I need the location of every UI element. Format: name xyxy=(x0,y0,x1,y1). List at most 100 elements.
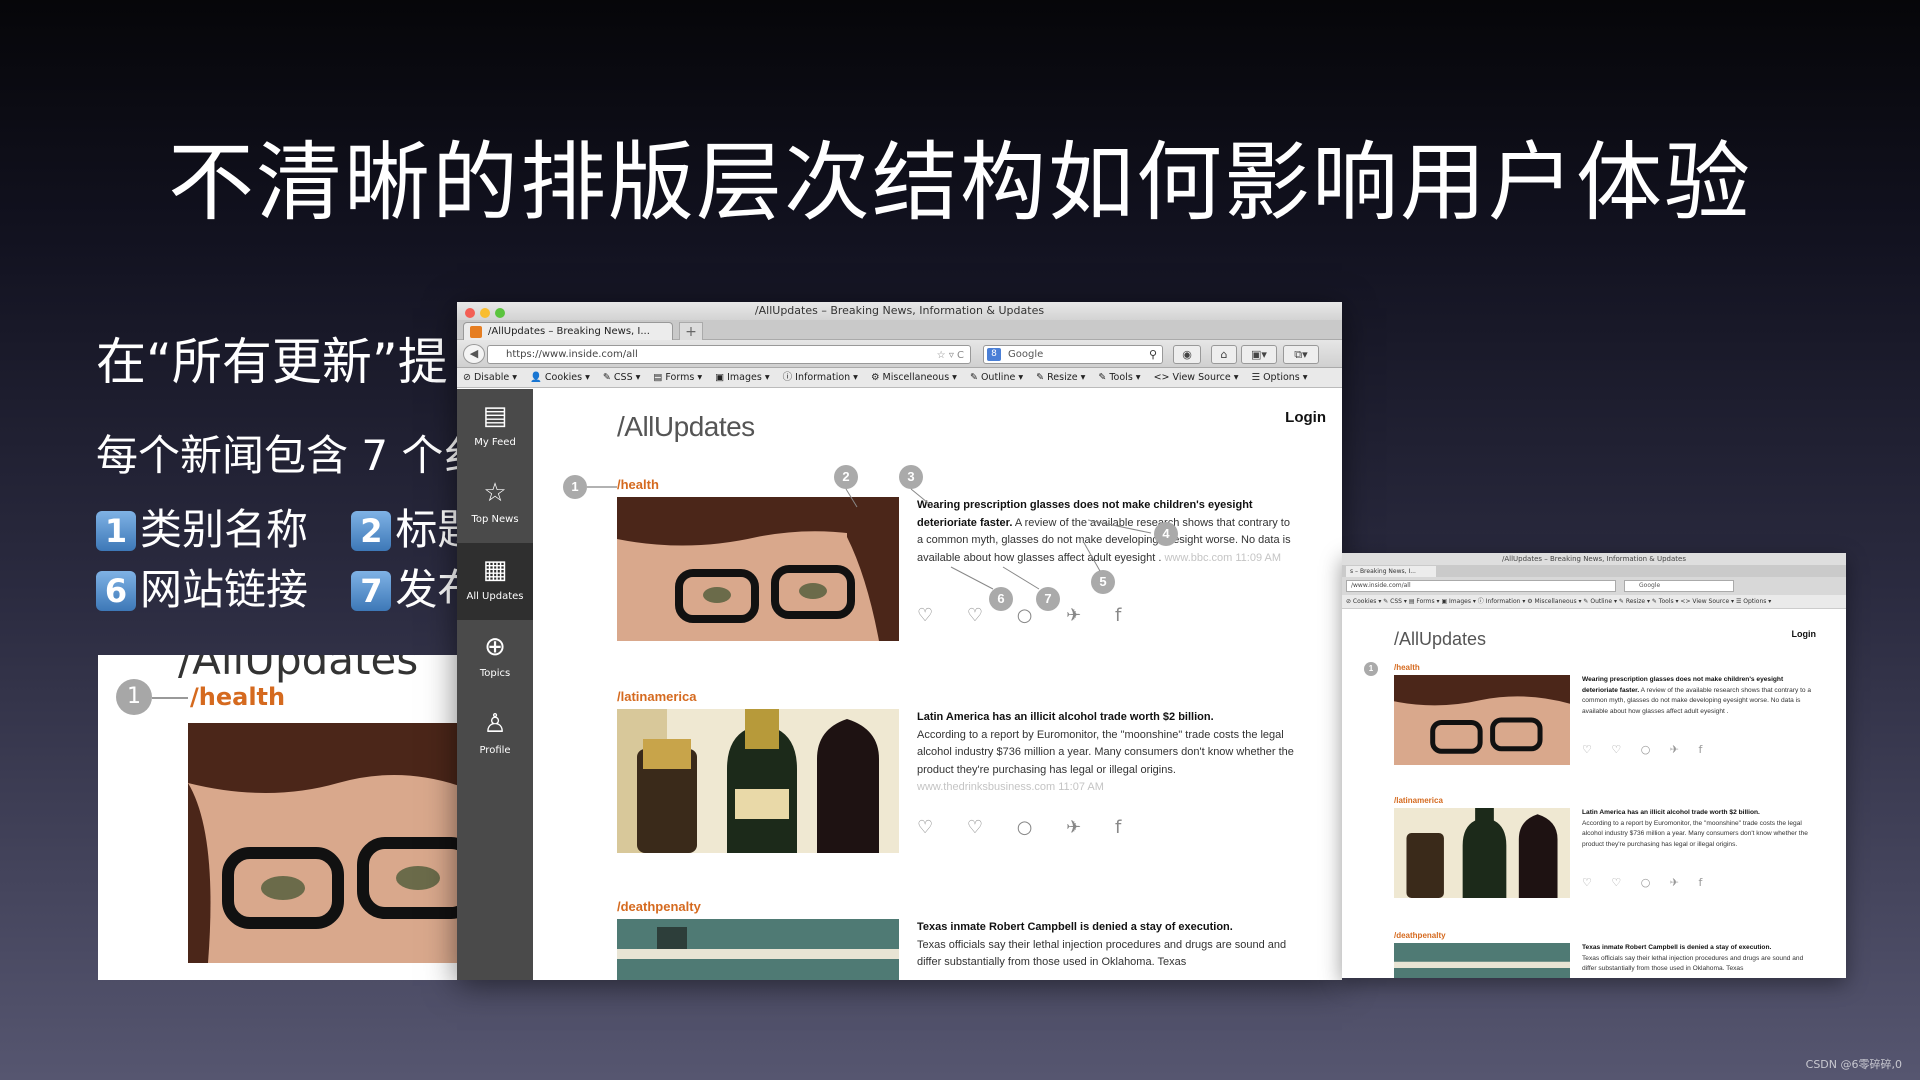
bottles-image xyxy=(617,709,899,853)
search-engine-icon[interactable]: 8 xyxy=(987,348,1001,361)
sidebar-item-all-updates[interactable]: ▦ All Updates xyxy=(457,543,533,620)
mini-window-title: /AllUpdates – Breaking News, Information… xyxy=(1342,553,1846,565)
devbar-options[interactable]: ☰ Options ▾ xyxy=(1252,372,1308,383)
minimize-dot-icon[interactable] xyxy=(480,308,490,318)
mini-story-actions[interactable]: ♡ ♡ ○ ✈ f xyxy=(1582,876,1710,889)
chip-label: 类别名称 xyxy=(140,505,309,554)
devbar-outline[interactable]: ✎ Outline ▾ xyxy=(970,372,1023,383)
mini-story-category[interactable]: /deathpenalty xyxy=(1394,931,1446,940)
updates-icon: ▦ xyxy=(482,555,508,585)
profile-icon: ♙ xyxy=(483,709,507,739)
bullet-line-2: 每个新闻包含 7 个纟 xyxy=(96,431,486,480)
building-image xyxy=(617,919,899,980)
devbar-resize[interactable]: ✎ Resize ▾ xyxy=(1036,372,1085,383)
mini-url-field[interactable]: /www.inside.com/all xyxy=(1346,580,1616,592)
star-icon: ☆ xyxy=(483,478,507,508)
nav-bar: ◀ https://www.inside.com/all ☆ ▿ C 8 Goo… xyxy=(457,340,1342,368)
mini-browser-tab[interactable]: s – Breaking News, I... xyxy=(1346,566,1436,577)
slide-title: 不清晰的排版层次结构如何影响用户体验 xyxy=(168,133,1752,233)
sidebar-label: Profile xyxy=(479,745,511,756)
zoom-marker: 1 xyxy=(116,679,152,715)
search-input[interactable]: 8 Google ⚲ xyxy=(983,345,1163,364)
watermark: CSDN @6零碎碎,0 xyxy=(1805,1058,1902,1071)
devbar-forms[interactable]: ▤ Forms ▾ xyxy=(653,372,702,383)
new-tab-button[interactable]: + xyxy=(679,322,703,340)
bottles-image xyxy=(1394,808,1570,898)
developer-toolbar: ⊘ Disable ▾ 👤 Cookies ▾ ✎ CSS ▾ ▤ Forms … xyxy=(457,368,1342,388)
face-glasses-image xyxy=(188,723,458,963)
story-category[interactable]: /latinamerica xyxy=(617,689,697,704)
sidebar-item-top-news[interactable]: ☆ Top News xyxy=(457,466,533,543)
story-card: /latinamerica Latin America has an illic… xyxy=(617,689,1317,889)
zoom-dot-icon[interactable] xyxy=(495,308,505,318)
devbar-view-source[interactable]: <> View Source ▾ xyxy=(1154,372,1239,383)
sidebar-item-topics[interactable]: ⊕ Topics xyxy=(457,620,533,697)
feed-content: /AllUpdates Login 1 /health Wearing pres… xyxy=(533,389,1342,980)
face-glasses-image xyxy=(1394,675,1570,765)
zoom-category: /health xyxy=(190,683,286,711)
addon-button[interactable]: ◉ xyxy=(1173,345,1201,364)
mini-browser-window: /AllUpdates – Breaking News, Information… xyxy=(1342,553,1846,978)
story-text: Latin America has an illicit alcohol tra… xyxy=(917,709,1297,797)
sidebar: ▤ My Feed ☆ Top News ▦ All Updates ⊕ Topics … xyxy=(457,389,533,980)
browser-window: /AllUpdates – Breaking News, Information… xyxy=(457,302,1342,980)
devbar-cookies[interactable]: 👤 Cookies ▾ xyxy=(530,372,590,383)
search-placeholder: Google xyxy=(1008,349,1044,360)
mini-story-card: /health Wearing prescription glasses doe… xyxy=(1394,663,1814,788)
mini-story-category[interactable]: /latinamerica xyxy=(1394,796,1443,805)
chip-number: 6 xyxy=(96,571,136,611)
devbar-tools[interactable]: ✎ Tools ▾ xyxy=(1098,372,1140,383)
mini-story-card: /latinamerica Latin America has an illic… xyxy=(1394,796,1814,921)
story-card: /deathpenalty Texas inmate Robert Campbe… xyxy=(617,899,1317,980)
search-icon[interactable]: ⚲ xyxy=(1149,346,1157,363)
story-actions[interactable]: ♡ ♡ ○ ✈ f xyxy=(917,817,1135,838)
sidebar-label: All Updates xyxy=(466,591,524,602)
mini-login-link[interactable]: Login xyxy=(1792,629,1817,639)
login-link[interactable]: Login xyxy=(1285,409,1326,426)
story-source[interactable]: www.bbc.com 11:09 AM xyxy=(1164,552,1281,564)
story-actions[interactable]: ♡ ♡ ○ ✈ f xyxy=(917,605,1135,626)
story-headline[interactable]: Texas inmate Robert Campbell is denied a… xyxy=(917,921,1233,933)
mini-story-actions[interactable]: ♡ ♡ ○ ✈ f xyxy=(1582,743,1710,756)
browser-tab[interactable]: /AllUpdates – Breaking News, I... xyxy=(463,322,673,340)
window-title: /AllUpdates – Breaking News, Information… xyxy=(754,304,1045,317)
bullet-line-1: 在“所有更新”提 xyxy=(96,333,448,391)
story-category[interactable]: /health xyxy=(617,477,659,492)
story-body: Texas officials say their lethal injecti… xyxy=(917,938,1287,969)
sidebar-item-profile[interactable]: ♙ Profile xyxy=(457,697,533,774)
screen-button[interactable]: ▣▾ xyxy=(1241,345,1277,364)
devbar-disable[interactable]: ⊘ Disable ▾ xyxy=(463,372,517,383)
mini-search-input[interactable]: Google xyxy=(1624,580,1734,592)
chip-site-link: 6 网站链接 xyxy=(96,556,308,617)
share-button[interactable]: ⧉▾ xyxy=(1283,345,1319,364)
favicon-icon xyxy=(470,326,482,338)
plus-circle-icon: ⊕ xyxy=(484,632,506,662)
mini-story-headline[interactable]: Texas inmate Robert Campbell is denied a… xyxy=(1582,944,1771,951)
devbar-information[interactable]: ⓘ Information ▾ xyxy=(783,372,858,383)
devbar-images[interactable]: ▣ Images ▾ xyxy=(715,372,770,383)
close-dot-icon[interactable] xyxy=(465,308,475,318)
devbar-miscellaneous[interactable]: ⚙ Miscellaneous ▾ xyxy=(871,372,957,383)
story-source[interactable]: www.thedrinksbusiness.com 11:07 AM xyxy=(917,781,1104,793)
mini-developer-toolbar[interactable]: ⊘ Cookies ▾ ✎ CSS ▾ ▤ Forms ▾ ▣ Images ▾… xyxy=(1342,595,1846,609)
chip-number: 7 xyxy=(351,571,392,611)
mini-story-body: Texas officials say their lethal injecti… xyxy=(1582,954,1804,973)
url-controls[interactable]: ☆ ▿ C xyxy=(937,347,964,364)
mini-page-title: /AllUpdates xyxy=(1394,629,1487,649)
mini-story-body: According to a report by Euromonitor, th… xyxy=(1582,819,1808,848)
url-text: https://www.inside.com/all xyxy=(506,349,638,360)
chip-category-name: 1 类别名称 xyxy=(96,496,308,557)
story-headline[interactable]: Latin America has an illicit alcohol tra… xyxy=(917,711,1214,723)
zoom-cut-title: /AllUpdates xyxy=(178,655,419,684)
zoom-marker-line xyxy=(152,697,188,699)
url-field[interactable]: https://www.inside.com/all ☆ ▿ C xyxy=(487,345,971,364)
mini-story-headline[interactable]: Latin America has an illicit alcohol tra… xyxy=(1582,809,1760,816)
story-body: According to a report by Euromonitor, th… xyxy=(917,728,1294,776)
mini-story-category[interactable]: /health xyxy=(1394,663,1420,672)
devbar-css[interactable]: ✎ CSS ▾ xyxy=(603,372,640,383)
story-category[interactable]: /deathpenalty xyxy=(617,899,701,914)
back-button[interactable]: ◀ xyxy=(463,344,485,364)
sidebar-item-my-feed[interactable]: ▤ My Feed xyxy=(457,389,533,466)
mini-tab-bar: s – Breaking News, I... xyxy=(1342,565,1846,577)
home-icon[interactable]: ⌂ xyxy=(1211,345,1237,364)
